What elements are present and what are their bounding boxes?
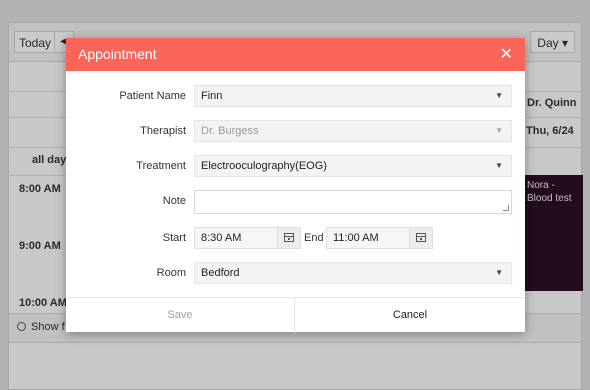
therapist-select: Dr. Burgess ▼ xyxy=(194,120,512,142)
treatment-value: Electrooculography(EOG) xyxy=(201,160,327,172)
note-label: Note xyxy=(162,195,186,207)
calendar-icon xyxy=(284,233,294,242)
patient-name-select[interactable]: Finn ▼ xyxy=(194,85,512,107)
room-value: Bedford xyxy=(201,267,240,279)
dialog-footer: Save Cancel xyxy=(66,297,525,333)
treatment-label: Treatment xyxy=(136,160,186,172)
calendar-icon xyxy=(416,233,426,242)
save-button[interactable]: Save xyxy=(66,298,295,333)
cancel-button[interactable]: Cancel xyxy=(295,298,525,333)
resize-handle-icon[interactable] xyxy=(503,205,509,211)
patient-name-label: Patient Name xyxy=(119,90,186,102)
start-label: Start xyxy=(162,232,186,244)
appointment-dialog: Appointment ✕ Patient Name Finn ▼ Therap… xyxy=(66,38,525,333)
end-picker-button[interactable] xyxy=(409,228,432,248)
chevron-down-icon: ▼ xyxy=(495,268,503,277)
start-picker-button[interactable] xyxy=(277,228,300,248)
dialog-header: Appointment ✕ xyxy=(66,38,525,71)
therapist-value: Dr. Burgess xyxy=(201,125,259,137)
chevron-down-icon: ▼ xyxy=(495,126,503,135)
note-textarea[interactable] xyxy=(194,190,512,214)
chevron-down-icon: ▼ xyxy=(495,161,503,170)
dialog-title: Appointment xyxy=(78,46,157,62)
room-label: Room xyxy=(156,267,186,279)
start-time-value: 8:30 AM xyxy=(201,232,242,244)
room-select[interactable]: Bedford ▼ xyxy=(194,262,512,284)
treatment-select[interactable]: Electrooculography(EOG) ▼ xyxy=(194,155,512,177)
start-time-input[interactable]: 8:30 AM xyxy=(194,227,301,249)
close-icon[interactable]: ✕ xyxy=(500,44,513,64)
end-time-value: 11:00 AM xyxy=(333,232,379,244)
patient-name-value: Finn xyxy=(201,90,223,102)
end-label: End xyxy=(304,232,324,244)
end-time-input[interactable]: 11:00 AM xyxy=(326,227,433,249)
chevron-down-icon: ▼ xyxy=(495,91,503,100)
therapist-label: Therapist xyxy=(140,125,186,137)
